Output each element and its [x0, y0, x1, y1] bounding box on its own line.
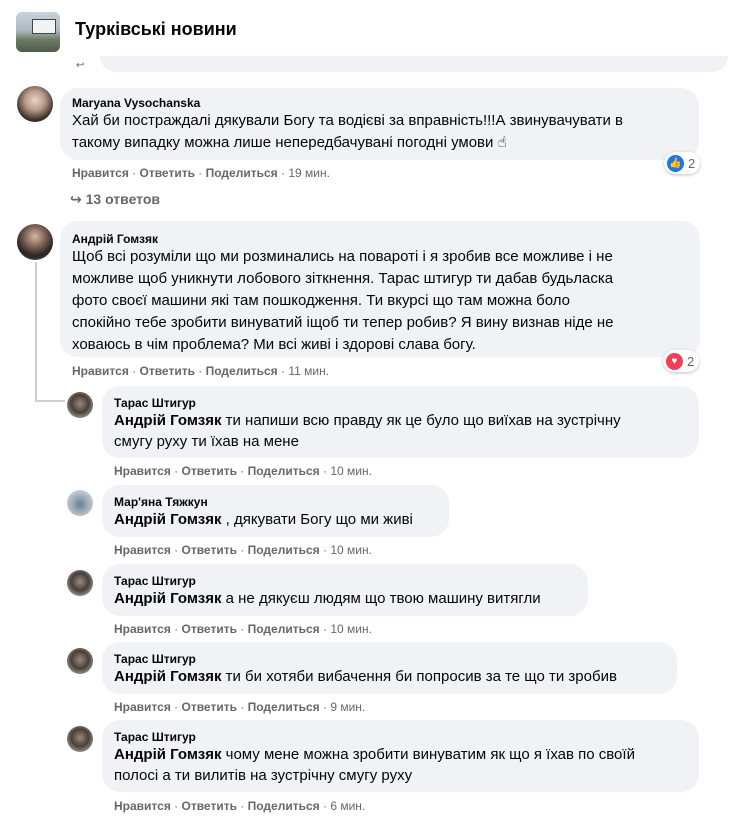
like-link[interactable]: Нравится	[72, 166, 129, 180]
reply-link[interactable]: Ответить	[140, 364, 195, 378]
reaction-count-value: 2	[687, 353, 695, 369]
share-link[interactable]: Поделиться	[248, 543, 320, 557]
mention-link[interactable]: Андрій Гомзяк	[114, 590, 221, 607]
mention-link[interactable]: Андрій Гомзяк	[114, 412, 221, 429]
reply-text-line: смугу руху ти їхав на мене	[114, 433, 299, 450]
reply-time[interactable]: 10 мин.	[330, 622, 372, 636]
thread-line	[35, 262, 37, 402]
reply-actions: Нравится · Ответить · Поделиться · 10 ми…	[114, 622, 372, 636]
previous-comment-bubble	[100, 56, 728, 72]
share-link[interactable]: Поделиться	[248, 700, 320, 714]
reply-author[interactable]: Тарас Штигур	[114, 574, 196, 588]
comment-text-line: Щоб всі розуміли що ми розминались на по…	[72, 248, 613, 265]
reply-text-line: Андрій Гомзяк чому мене можна зробити ви…	[114, 746, 635, 763]
replies-count: 13 ответов	[85, 191, 160, 207]
reply-arrow-icon: ↩	[76, 60, 85, 71]
reaction-count[interactable]: 👍 2	[664, 152, 701, 174]
reply-text-line: Андрій Гомзяк ти напиши всю правду як це…	[114, 412, 621, 429]
page-title[interactable]: Турківські новини	[75, 19, 237, 40]
reaction-count-value: 2	[688, 155, 696, 171]
share-link[interactable]: Поделиться	[206, 166, 278, 180]
thread-line	[35, 400, 65, 402]
mention-link[interactable]: Андрій Гомзяк	[114, 668, 221, 685]
avatar-sign	[32, 19, 56, 34]
reply-actions: Нравится · Ответить · Поделиться · 10 ми…	[114, 464, 372, 478]
comment-text-line: ховаюсь в чім проблема? Ми всі живі і зд…	[72, 336, 476, 353]
avatar[interactable]	[17, 224, 53, 260]
reply-author[interactable]: Тарас Штигур	[114, 730, 196, 744]
share-link[interactable]: Поделиться	[248, 622, 320, 636]
avatar[interactable]	[67, 648, 93, 674]
reply-text-line: Андрій Гомзяк , дякувати Богу що ми живі	[114, 511, 413, 528]
reply-link[interactable]: Ответить	[182, 543, 237, 557]
comment-text-line: спокійно тебе зробити винуватий іщоб ти …	[72, 314, 614, 331]
comment-actions: Нравится · Ответить · Поделиться · 19 ми…	[72, 166, 330, 180]
share-link[interactable]: Поделиться	[206, 364, 278, 378]
share-link[interactable]: Поделиться	[248, 799, 320, 813]
comment-actions: Нравится · Ответить · Поделиться · 11 ми…	[72, 364, 330, 378]
reply-link[interactable]: Ответить	[140, 166, 195, 180]
reply-link[interactable]: Ответить	[182, 799, 237, 813]
avatar[interactable]	[67, 570, 93, 596]
reply-time[interactable]: 10 мин.	[330, 464, 372, 478]
comment-author[interactable]: Maryana Vysochanska	[72, 96, 200, 110]
like-link[interactable]: Нравится	[114, 700, 171, 714]
page-avatar[interactable]	[16, 12, 60, 52]
reply-time[interactable]: 6 мин.	[330, 799, 365, 813]
mention-link[interactable]: Андрій Гомзяк	[114, 511, 221, 528]
avatar[interactable]	[67, 392, 93, 418]
like-icon: 👍	[667, 154, 684, 172]
like-link[interactable]: Нравится	[114, 543, 171, 557]
reply-text-line: полосі а ти вилитів на зустрічну смугу р…	[114, 767, 413, 784]
reply-author[interactable]: Тарас Штигур	[114, 652, 196, 666]
reply-time[interactable]: 9 мин.	[330, 700, 365, 714]
comment-text-line: фото своєї машини які там пошкодження. Т…	[72, 292, 571, 309]
mention-link[interactable]: Андрій Гомзяк	[114, 746, 221, 763]
reaction-count[interactable]: ♥ 2	[663, 350, 700, 372]
comment-text-line: такому випадку можна лише непередбачуван…	[72, 134, 507, 151]
view-replies-link[interactable]: ↪ 13 ответов	[70, 191, 160, 208]
comment-author[interactable]: Андрій Гомзяк	[72, 232, 158, 246]
reply-link[interactable]: Ответить	[182, 622, 237, 636]
avatar[interactable]	[67, 726, 93, 752]
heart-icon: ♥	[666, 352, 683, 370]
comment-time[interactable]: 11 мин.	[288, 364, 329, 378]
reply-actions: Нравится · Ответить · Поделиться · 6 мин…	[114, 799, 366, 813]
comment-time[interactable]: 19 мин.	[288, 166, 330, 180]
comment-text-line: Хай би постраждалі дякували Богу та воді…	[72, 112, 623, 129]
reply-text-line: Андрій Гомзяк ти би хотяби вибачення би …	[114, 668, 617, 685]
like-link[interactable]: Нравится	[114, 464, 171, 478]
reply-actions: Нравится · Ответить · Поделиться · 10 ми…	[114, 543, 372, 557]
reply-link[interactable]: Ответить	[182, 464, 237, 478]
like-link[interactable]: Нравится	[72, 364, 129, 378]
avatar[interactable]	[67, 490, 93, 516]
reply-arrow-icon: ↪	[70, 191, 82, 207]
comment-text-line: можливе щоб уникнути лобового зіткнення.…	[72, 270, 614, 287]
reply-actions: Нравится · Ответить · Поделиться · 9 мин…	[114, 700, 366, 714]
avatar[interactable]	[17, 86, 53, 122]
like-link[interactable]: Нравится	[114, 799, 171, 813]
page-header: Турківські новини	[0, 0, 740, 62]
reply-text-line: Андрій Гомзяк а не дякуєш людям що твою …	[114, 590, 541, 607]
share-link[interactable]: Поделиться	[248, 464, 320, 478]
like-link[interactable]: Нравится	[114, 622, 171, 636]
reply-author[interactable]: Тарас Штигур	[114, 396, 196, 410]
reply-link[interactable]: Ответить	[182, 700, 237, 714]
reply-time[interactable]: 10 мин.	[330, 543, 372, 557]
reply-author[interactable]: Мар'яна Тяжкун	[114, 495, 208, 509]
